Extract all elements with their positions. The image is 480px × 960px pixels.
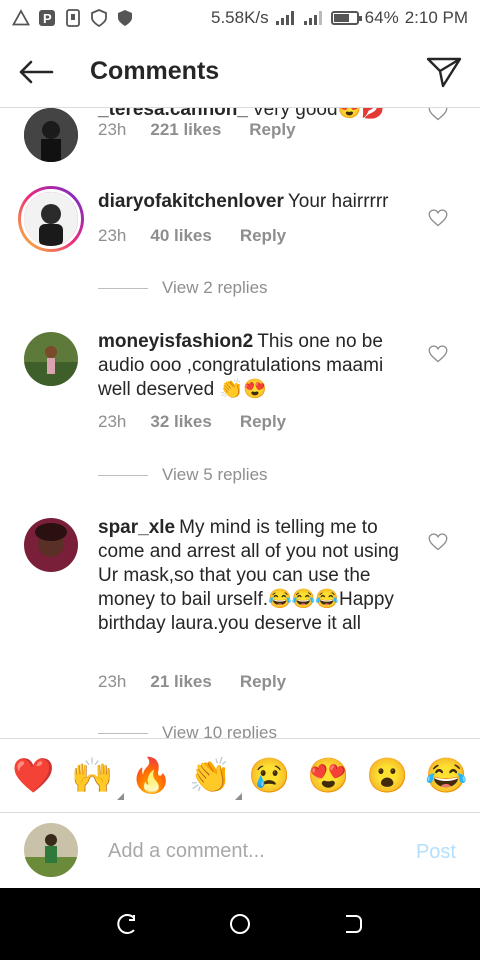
- emoji-quick-bar: ❤️ 🙌 🔥 👏 😢 😍 😮 😂: [0, 738, 480, 812]
- warning-icon: [12, 9, 30, 26]
- comment-username[interactable]: diaryofakitchenlover: [98, 191, 284, 212]
- avatar[interactable]: [24, 518, 78, 572]
- view-replies-label: View 2 replies: [162, 278, 268, 297]
- avatar[interactable]: [24, 332, 78, 386]
- skin-tone-indicator: [234, 792, 242, 800]
- emoji-laughing-button[interactable]: 😂: [420, 756, 474, 796]
- comment-likes[interactable]: 40 likes: [150, 226, 211, 246]
- comment-time: 23h: [98, 120, 127, 139]
- comment-time: 23h: [98, 226, 127, 245]
- shield-filled-icon: [118, 10, 132, 26]
- paper-plane-icon: [426, 57, 462, 87]
- emoji-heart-eyes-button[interactable]: 😍: [302, 756, 356, 796]
- divider: [98, 732, 148, 734]
- sim-icon: [66, 9, 80, 27]
- view-replies-button[interactable]: View 10 replies: [98, 723, 277, 738]
- emoji-clap-button[interactable]: 👏: [184, 756, 242, 800]
- my-avatar: [24, 823, 78, 877]
- view-replies-button[interactable]: View 5 replies: [98, 465, 268, 485]
- share-button[interactable]: [408, 36, 480, 108]
- arrow-left-icon: [19, 60, 54, 83]
- signal-2-icon: [303, 11, 322, 25]
- heart-icon[interactable]: [428, 208, 448, 228]
- avatar: [21, 189, 81, 249]
- reply-button[interactable]: Reply: [249, 120, 295, 140]
- battery-icon: [330, 11, 362, 25]
- reply-button[interactable]: Reply: [240, 412, 286, 432]
- comment-item: _teresa.cannon_ Very good😍💋 23h 221 likes…: [0, 108, 480, 162]
- comment-item: diaryofakitchenlover Your hairrrrr 23h 40…: [0, 186, 480, 266]
- recents-icon: [116, 914, 135, 934]
- comment-username[interactable]: moneyisfashion2: [98, 331, 253, 352]
- back-nav-button[interactable]: [333, 904, 373, 944]
- comment-text: diaryofakitchenlover Your hairrrrr: [98, 190, 408, 214]
- comment-list[interactable]: _teresa.cannon_ Very good😍💋 23h 221 likes…: [0, 108, 480, 738]
- svg-text:P: P: [43, 11, 52, 26]
- comment-input[interactable]: [108, 835, 388, 867]
- status-bar: P 5.58K/s 64% 2:10 PM: [0, 0, 480, 36]
- comment-item: spar_xle My mind is telling me to come an…: [0, 516, 480, 696]
- comment-body: Your hairrrrr: [287, 191, 389, 212]
- back-button[interactable]: [0, 36, 72, 108]
- home-button[interactable]: [220, 904, 260, 944]
- network-speed: 5.58K/s: [211, 8, 269, 27]
- reply-button[interactable]: Reply: [240, 672, 286, 692]
- view-replies-button[interactable]: View 2 replies: [98, 278, 268, 298]
- battery-percent: 64%: [364, 8, 399, 27]
- comment-item: moneyisfashion2 This one no be audio ooo …: [0, 330, 480, 440]
- reply-button[interactable]: Reply: [240, 226, 286, 246]
- emoji-raised-hands-button[interactable]: 🙌: [66, 756, 124, 800]
- emoji-surprised-button[interactable]: 😮: [361, 756, 415, 796]
- heart-icon[interactable]: [428, 108, 448, 122]
- divider: [98, 474, 148, 476]
- comment-time: 23h: [98, 412, 127, 431]
- heart-icon[interactable]: [428, 532, 448, 552]
- comment-meta: 23h 40 likes Reply: [98, 226, 314, 246]
- comment-likes[interactable]: 21 likes: [150, 672, 211, 692]
- system-nav-bar: [0, 888, 480, 960]
- emoji-glyph: 👏: [189, 756, 232, 795]
- parking-icon: P: [39, 10, 55, 26]
- page-title: Comments: [90, 57, 220, 85]
- shield-icon: [91, 9, 107, 27]
- view-replies-label: View 10 replies: [162, 723, 277, 738]
- comment-text: moneyisfashion2 This one no be audio ooo …: [98, 330, 408, 402]
- home-icon: [229, 914, 250, 934]
- recents-button[interactable]: [107, 904, 147, 944]
- emoji-crying-button[interactable]: 😢: [243, 756, 297, 796]
- clock: 2:10 PM: [404, 8, 468, 27]
- post-button[interactable]: Post: [416, 841, 456, 864]
- skin-tone-indicator: [116, 792, 124, 800]
- back-nav-icon: [346, 915, 363, 933]
- comment-meta: 23h 32 likes Reply: [98, 412, 314, 432]
- comment-composer: Post: [0, 812, 480, 888]
- comment-meta: 23h 21 likes Reply: [98, 672, 314, 692]
- comments-header: Comments: [0, 36, 480, 108]
- comment-username[interactable]: _teresa.cannon_: [98, 108, 248, 120]
- comment-text: spar_xle My mind is telling me to come an…: [98, 516, 408, 636]
- avatar-story-ring[interactable]: [18, 186, 84, 252]
- comment-username[interactable]: spar_xle: [98, 517, 175, 538]
- comment-likes[interactable]: 221 likes: [150, 120, 221, 140]
- comment-time: 23h: [98, 672, 127, 691]
- comment-body: Very good😍💋: [251, 108, 385, 120]
- comment-meta: 23h 221 likes Reply: [98, 120, 324, 140]
- emoji-heart-button[interactable]: ❤️: [7, 756, 61, 796]
- battery-level: [333, 14, 350, 22]
- divider: [98, 287, 148, 289]
- emoji-glyph: 🙌: [71, 756, 114, 795]
- comment-likes[interactable]: 32 likes: [150, 412, 211, 432]
- signal-1-icon: [275, 11, 294, 25]
- view-replies-label: View 5 replies: [162, 465, 268, 484]
- heart-icon[interactable]: [428, 344, 448, 364]
- status-icons-left: P: [12, 9, 134, 27]
- emoji-fire-button[interactable]: 🔥: [125, 756, 179, 796]
- avatar[interactable]: [24, 108, 78, 162]
- status-icons-right: 5.58K/s 64% 2:10 PM: [211, 8, 468, 28]
